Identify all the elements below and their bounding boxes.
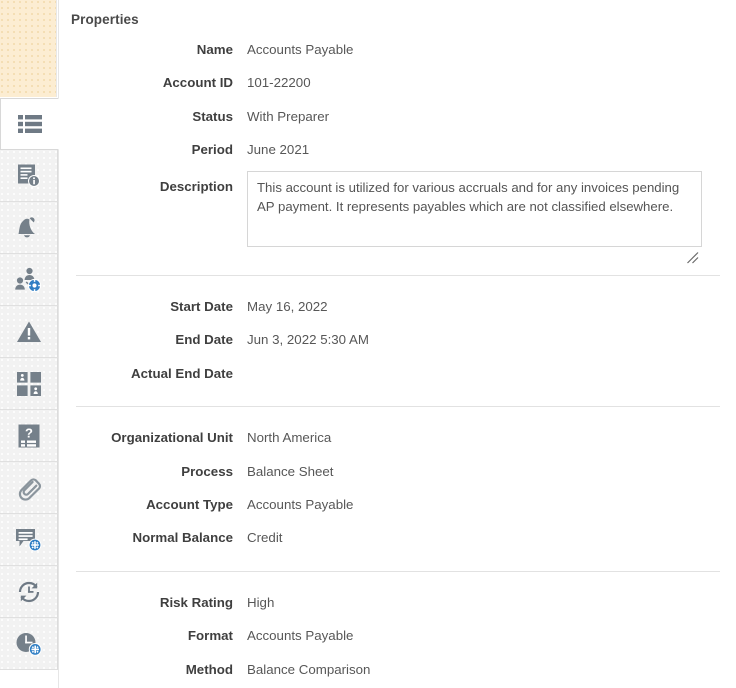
- rail-tab-list: ?: [0, 98, 59, 688]
- field-value: Accounts Payable: [247, 497, 354, 513]
- paperclip-icon: [15, 474, 43, 502]
- sidebar-item-properties[interactable]: [0, 98, 59, 150]
- sidebar-item-alerts[interactable]: [0, 202, 58, 254]
- sidebar-item-attachments[interactable]: [0, 462, 58, 514]
- comment-add-icon: [15, 527, 43, 553]
- svg-text:?: ?: [25, 425, 33, 440]
- field-row-format: Format Accounts Payable: [59, 619, 736, 652]
- field-label: Account Type: [146, 497, 233, 513]
- field-row-process: Process Balance Sheet: [59, 455, 736, 488]
- field-row-normal-balance: Normal Balance Credit: [59, 521, 736, 554]
- list-icon: [17, 114, 42, 134]
- properties-form: Name Accounts Payable Account ID 101-222…: [59, 33, 736, 688]
- sidebar-item-attributes[interactable]: [0, 358, 58, 410]
- field-label: Normal Balance: [132, 530, 233, 546]
- properties-screen: ? Properties Name Accounts Payable Accou…: [0, 0, 736, 688]
- field-value: Jun 3, 2022 5:30 AM: [247, 332, 369, 348]
- pie-chart-add-icon: [15, 631, 43, 657]
- field-label: Method: [185, 661, 233, 677]
- sidebar-item-warnings[interactable]: [0, 306, 58, 358]
- field-row-name: Name Accounts Payable: [59, 33, 736, 66]
- field-label: Description: [159, 178, 233, 194]
- field-value: Accounts Payable: [247, 42, 354, 57]
- sidebar-item-instructions[interactable]: [0, 150, 58, 202]
- field-value: May 16, 2022: [247, 299, 328, 315]
- field-label: Account ID: [162, 75, 233, 91]
- group-identity: Name Accounts Payable Account ID 101-222…: [59, 33, 736, 264]
- document-info-icon: [16, 163, 42, 189]
- field-row-account-id: Account ID 101-22200: [59, 66, 736, 99]
- description-input[interactable]: [247, 170, 702, 247]
- field-label: Period: [191, 142, 233, 158]
- description-wrapper: [247, 167, 702, 264]
- field-value: With Preparer: [247, 108, 330, 124]
- field-label: Format: [187, 628, 233, 644]
- field-value: 101-22200: [247, 75, 311, 91]
- field-label: Process: [181, 463, 233, 479]
- sidebar-item-questions[interactable]: ?: [0, 410, 58, 462]
- left-icon-rail: ?: [0, 0, 59, 688]
- grid-attributes-icon: [16, 371, 41, 396]
- rail-top-highlight-block: [0, 0, 57, 97]
- field-value: High: [247, 594, 275, 610]
- bell-icon: [16, 215, 42, 241]
- warning-triangle-icon: [16, 320, 42, 344]
- field-row-period: Period June 2021: [59, 133, 736, 166]
- field-row-account-type: Account Type Accounts Payable: [59, 488, 736, 521]
- field-label: Name: [196, 42, 233, 57]
- field-label: Start Date: [170, 299, 233, 315]
- group-dates: Start Date May 16, 2022 End Date Jun 3, …: [59, 290, 736, 390]
- history-refresh-icon: [15, 580, 43, 604]
- field-row-actual-end-date: Actual End Date: [59, 357, 736, 390]
- sidebar-item-workflow[interactable]: [0, 254, 58, 306]
- field-value: June 2021: [247, 142, 310, 158]
- field-row-method: Method Balance Comparison: [59, 653, 736, 686]
- field-value: Accounts Payable: [247, 628, 354, 644]
- field-value: Credit: [247, 530, 283, 546]
- group-organization: Organizational Unit North America Proces…: [59, 421, 736, 555]
- field-label: Status: [192, 108, 233, 124]
- workflow-users-icon: [14, 267, 43, 293]
- properties-panel: Properties Name Accounts Payable Account…: [58, 0, 736, 688]
- field-label: Risk Rating: [159, 594, 233, 610]
- field-value: Balance Comparison: [247, 661, 371, 677]
- page-title: Properties: [71, 12, 139, 27]
- field-label: End Date: [175, 332, 233, 348]
- field-label: Actual End Date: [131, 365, 233, 381]
- field-label: Organizational Unit: [111, 430, 233, 446]
- field-row-start-date: Start Date May 16, 2022: [59, 290, 736, 323]
- sidebar-item-history[interactable]: [0, 566, 58, 618]
- sidebar-item-comments[interactable]: [0, 514, 58, 566]
- field-value: Balance Sheet: [247, 463, 334, 479]
- group-risk: Risk Rating High Format Accounts Payable…: [59, 586, 736, 686]
- sidebar-item-reports[interactable]: [0, 618, 58, 670]
- question-box-icon: ?: [18, 424, 40, 448]
- field-row-end-date: End Date Jun 3, 2022 5:30 AM: [59, 323, 736, 356]
- field-row-organizational-unit: Organizational Unit North America: [59, 421, 736, 454]
- field-row-status: Status With Preparer: [59, 100, 736, 133]
- field-value: North America: [247, 430, 332, 446]
- field-row-description: Description: [59, 167, 736, 264]
- field-row-risk-rating: Risk Rating High: [59, 586, 736, 619]
